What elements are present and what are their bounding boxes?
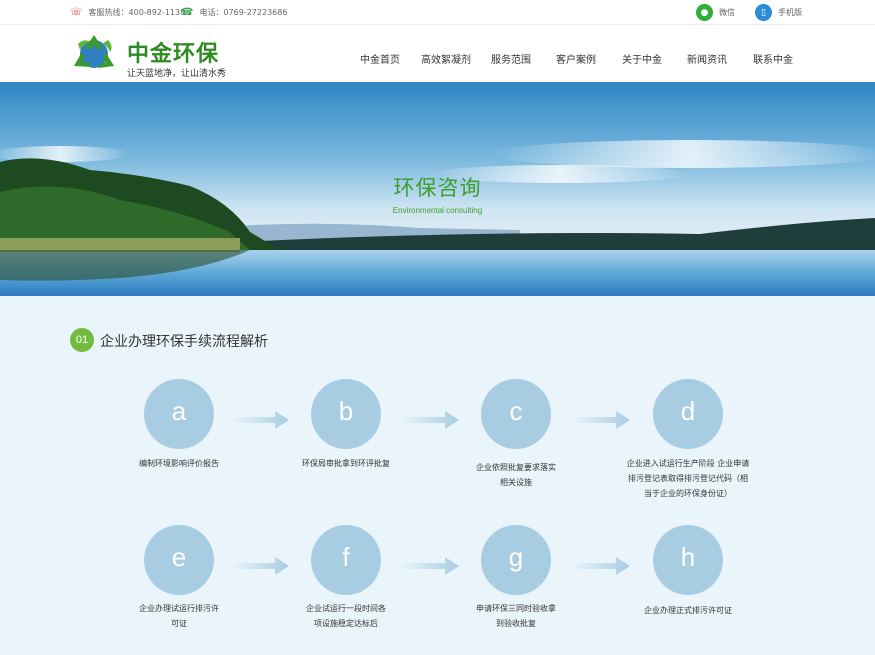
step-g-circle: g [481, 525, 551, 595]
nav-cases[interactable]: 客户案例 [556, 51, 596, 66]
step-d-line-3: 当于企业的环保身份证） [644, 489, 732, 498]
step-c-text: 企业依照批复要求落实 相关设施 [446, 460, 586, 490]
step-c-line-1: 企业依照批复要求落实 [476, 463, 556, 472]
wechat-link[interactable]: ● 微信 [696, 0, 735, 25]
phone-handset-icon: ☏ [70, 7, 83, 18]
hotline-text: 客服热线：400-892-1138 [88, 8, 186, 17]
step-g-line-1: 申请环保三同时验收拿 [476, 604, 556, 613]
step-f-line-1: 企业试运行一段时间各 [306, 604, 386, 613]
main-nav: 中金首页 高效絮凝剂 服务范围 客户案例 关于中金 新闻资讯 联系中金 [0, 51, 875, 66]
banner-subtitle: Environmental consulting [392, 206, 483, 215]
step-a-circle: a [144, 379, 214, 449]
section-number-badge: 01 [70, 328, 94, 352]
step-e-text: 企业办理试运行排污许 可证 [109, 601, 249, 631]
nav-contact[interactable]: 联系中金 [753, 51, 793, 66]
step-b-text: 环保局审批拿到环评批复 [276, 456, 416, 471]
step-g-text: 申请环保三同时验收拿 到验收批复 [446, 601, 586, 631]
nav-news[interactable]: 新闻资讯 [687, 51, 727, 66]
step-a-line-1: 编制环境影响评价报告 [139, 459, 219, 468]
step-a-text: 编制环境影响评价报告 [109, 456, 249, 471]
arrow-right-icon [231, 411, 289, 429]
nav-services[interactable]: 服务范围 [491, 51, 531, 66]
nav-about[interactable]: 关于中金 [622, 51, 662, 66]
step-e-circle: e [144, 525, 214, 595]
arrow-right-icon [231, 557, 289, 575]
step-h-text: 企业办理正式排污许可证 [618, 603, 758, 618]
arrow-right-icon [401, 411, 459, 429]
mobile-phone-icon: ▯ [755, 4, 772, 21]
telephone-icon: ☎ [181, 7, 194, 18]
step-h-circle: h [653, 525, 723, 595]
banner-title: 环保咨询 [393, 176, 482, 200]
nav-flocculant[interactable]: 高效絮凝剂 [421, 51, 471, 66]
arrow-right-icon [572, 557, 630, 575]
step-d-line-1: 企业进入试运行生产阶段 企业申请 [626, 459, 750, 468]
wechat-label: 微信 [719, 8, 735, 17]
step-b-line-1: 环保局审批拿到环评批复 [302, 459, 390, 468]
step-f-circle: f [311, 525, 381, 595]
top-bar: ☏ 客服热线：400-892-1138 ☎ 电话：0769-27223686 ●… [0, 0, 875, 25]
step-d-line-2: 排污登记表取得排污登记代码（相 [628, 474, 748, 483]
step-d-text: 企业进入试运行生产阶段 企业申请 排污登记表取得排污登记代码（相 当于企业的环保… [608, 456, 768, 501]
step-e-line-2: 可证 [171, 619, 187, 628]
step-c-circle: c [481, 379, 551, 449]
arrow-right-icon [572, 411, 630, 429]
phone-number: ☎ 电话：0769-27223686 [181, 0, 287, 25]
step-g-line-2: 到验收批复 [496, 619, 536, 628]
mobile-version-link[interactable]: ▯ 手机版 [755, 0, 802, 25]
section-title: 企业办理环保手续流程解析 [100, 334, 268, 350]
hotline: ☏ 客服热线：400-892-1138 [70, 0, 185, 25]
step-c-line-2: 相关设施 [500, 478, 532, 487]
step-h-line-1: 企业办理正式排污许可证 [644, 606, 732, 615]
wechat-icon: ● [696, 4, 713, 21]
step-f-text: 企业试运行一段时间各 项设施稳定达标后 [276, 601, 416, 631]
step-b-circle: b [311, 379, 381, 449]
mobile-label: 手机版 [778, 8, 802, 17]
nav-home[interactable]: 中金首页 [360, 51, 400, 66]
step-d-circle: d [653, 379, 723, 449]
arrow-right-icon [401, 557, 459, 575]
step-e-line-1: 企业办理试运行排污许 [139, 604, 219, 613]
phone-text: 电话：0769-27223686 [199, 8, 288, 17]
step-f-line-2: 项设施稳定达标后 [314, 619, 378, 628]
brand-slogan: 让天蓝地净，让山清水秀 [127, 69, 227, 79]
